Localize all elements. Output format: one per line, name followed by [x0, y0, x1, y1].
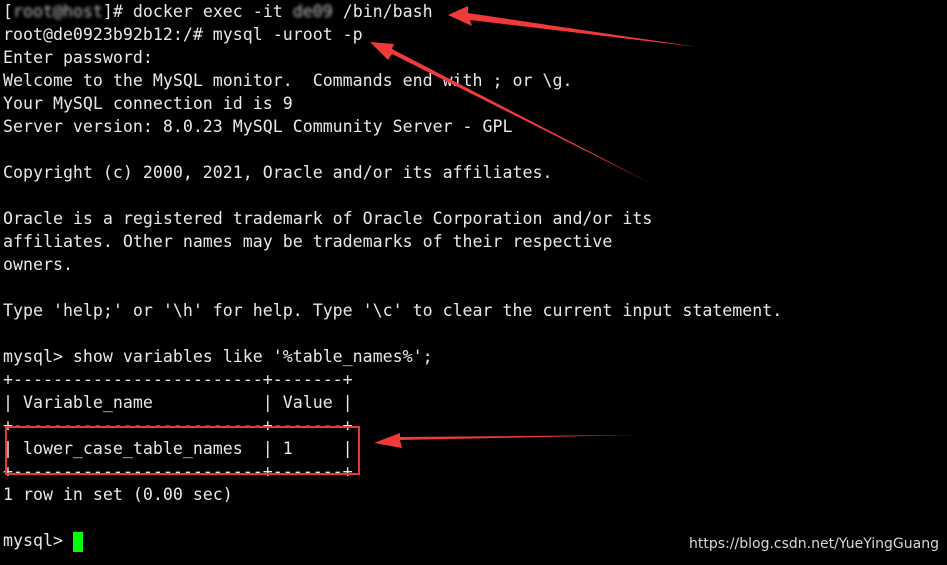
watermark: https://blog.csdn.net/YueYingGuang — [689, 536, 939, 552]
arrow-icon — [448, 6, 697, 47]
annotation-arrows — [370, 6, 697, 448]
arrow-icon — [374, 433, 636, 448]
arrow-icon — [370, 42, 652, 184]
